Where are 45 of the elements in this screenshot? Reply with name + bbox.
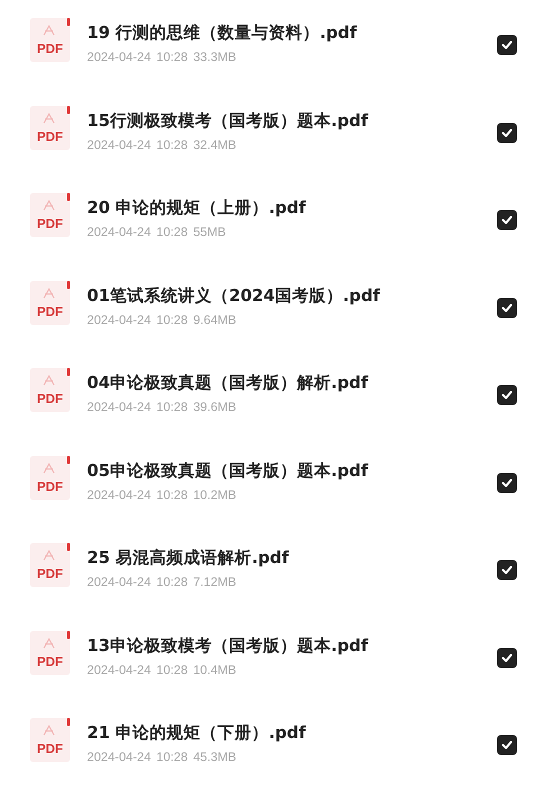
file-name: 01笔试系统讲义（2024国考版）.pdf: [87, 284, 381, 306]
checkbox[interactable]: [497, 472, 517, 492]
check-icon: [501, 565, 513, 575]
pdf-file-icon: PDF: [30, 456, 70, 500]
checkbox[interactable]: [497, 122, 517, 142]
file-name: 19 行测的思维（数量与资料）.pdf: [87, 22, 358, 44]
checkbox[interactable]: [497, 385, 517, 405]
check-icon: [501, 390, 513, 400]
file-name: 15行测极致模考（国考版）题本.pdf: [87, 110, 370, 132]
file-name: 05申论极致真题（国考版）题本.pdf: [87, 460, 370, 482]
check-icon: [501, 215, 513, 225]
check-icon: [501, 478, 513, 488]
file-meta: 2024-04-24 10:28 39.6MB: [87, 400, 238, 414]
file-name: 21 申论的规矩（下册）.pdf: [87, 722, 307, 744]
file-name: 13申论极致模考（国考版）题本.pdf: [87, 634, 370, 656]
file-name: 04申论极致真题（国考版）解析.pdf: [87, 372, 370, 394]
checkbox[interactable]: [497, 648, 517, 668]
pdf-file-icon: PDF: [30, 280, 70, 324]
check-icon: [501, 302, 513, 312]
pdf-file-icon: PDF: [30, 630, 70, 674]
file-meta: 2024-04-24 10:28 45.3MB: [87, 750, 238, 764]
file-meta: 2024-04-24 10:28 7.12MB: [87, 575, 238, 589]
checkbox[interactable]: [497, 735, 517, 755]
checkbox[interactable]: [497, 298, 517, 318]
check-icon: [501, 652, 513, 662]
checkbox[interactable]: [497, 35, 517, 55]
check-icon: [501, 40, 513, 50]
file-meta: 2024-04-24 10:28 10.2MB: [87, 488, 238, 502]
pdf-file-icon: PDF: [30, 193, 70, 237]
pdf-file-icon: PDF: [30, 543, 70, 587]
pdf-file-icon: PDF: [30, 368, 70, 412]
pdf-file-icon: PDF: [30, 18, 70, 62]
check-icon: [501, 740, 513, 750]
checkbox[interactable]: [497, 560, 517, 580]
file-name: 20 申论的规矩（上册）.pdf: [87, 197, 307, 219]
file-meta: 2024-04-24 10:28 10.4MB: [87, 662, 238, 676]
pdf-file-icon: PDF: [30, 718, 70, 762]
check-icon: [501, 128, 513, 138]
file-meta: 2024-04-24 10:28 55MB: [87, 225, 227, 239]
file-meta: 2024-04-24 10:28 9.64MB: [87, 312, 238, 326]
file-meta: 2024-04-24 10:28 33.3MB: [87, 50, 238, 64]
file-name: 25 易混高频成语解析.pdf: [87, 547, 290, 569]
checkbox[interactable]: [497, 210, 517, 230]
file-meta: 2024-04-24 10:28 32.4MB: [87, 138, 238, 152]
pdf-file-icon: PDF: [30, 106, 70, 150]
